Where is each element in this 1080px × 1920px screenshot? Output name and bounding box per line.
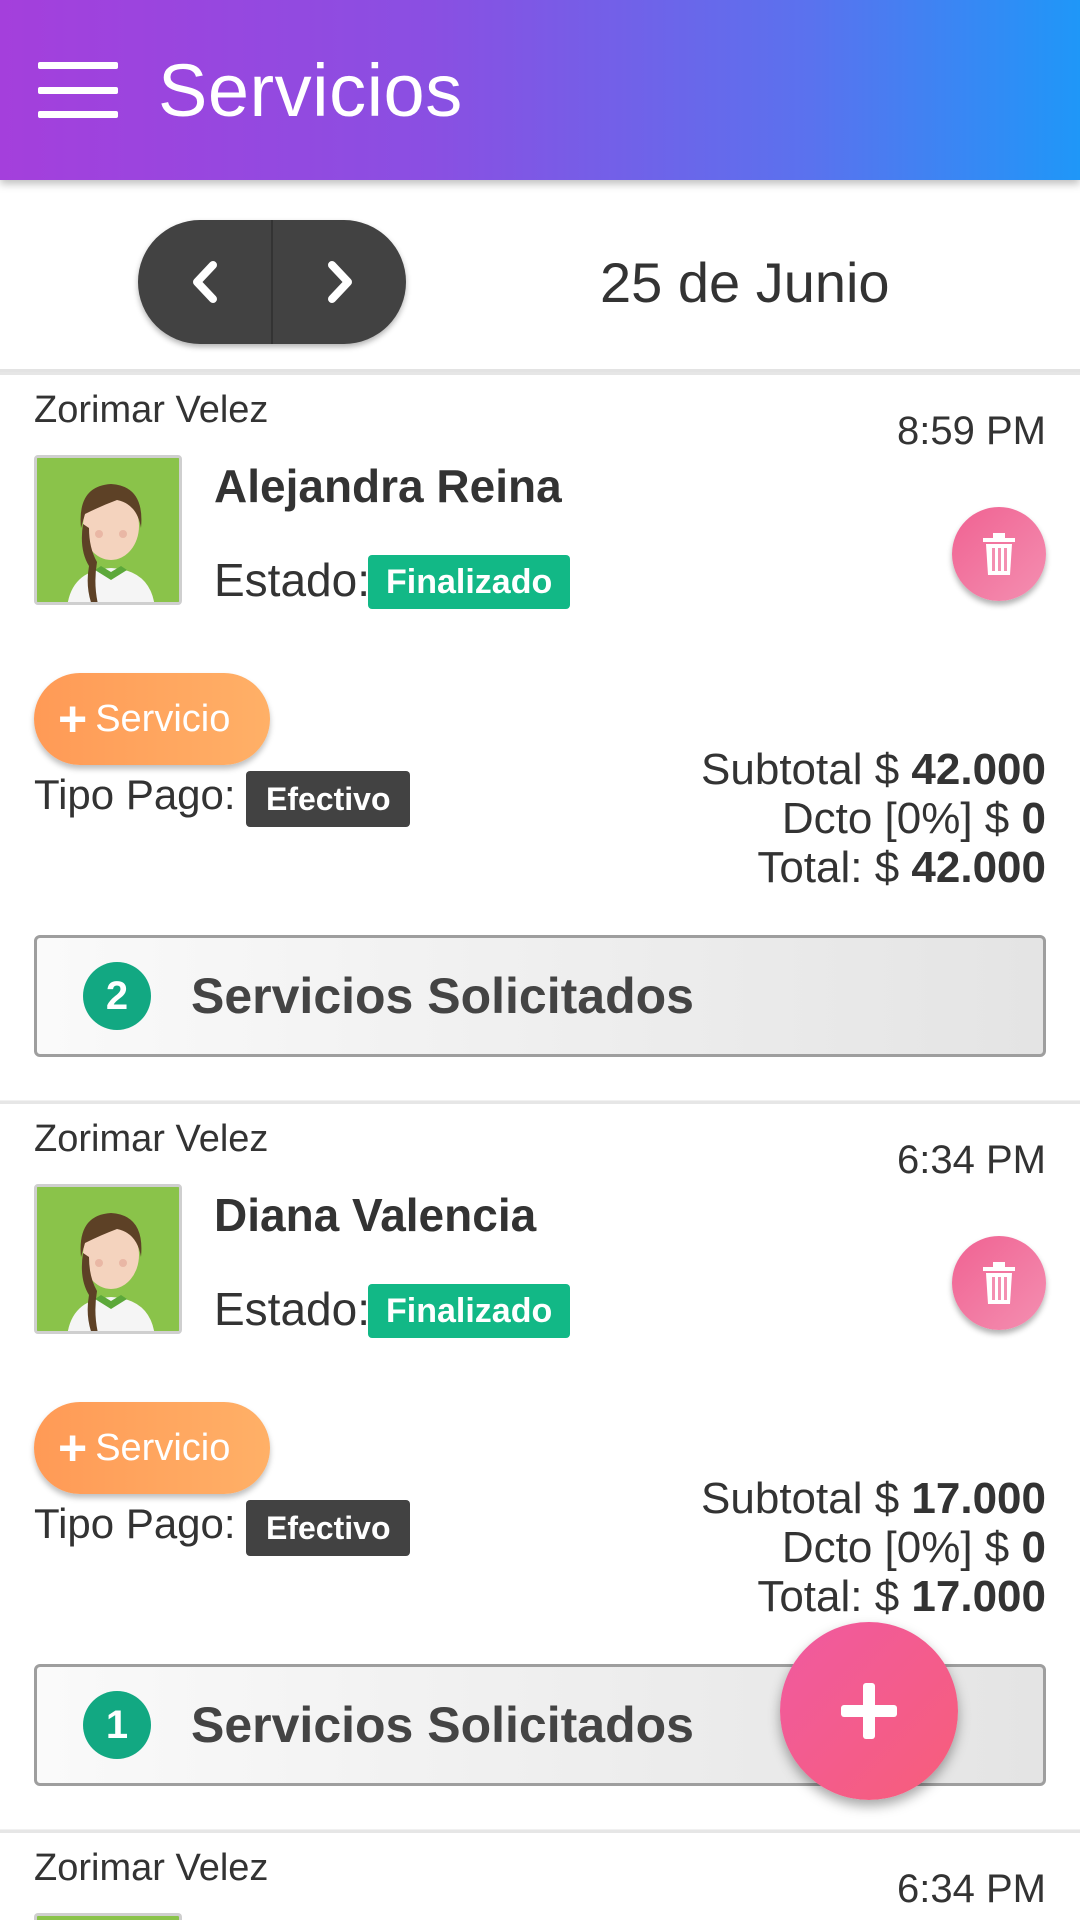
delete-button[interactable] [952, 507, 1046, 601]
payment-type-badge: Efectivo [246, 771, 411, 827]
trash-icon [983, 533, 1015, 575]
subtotal-label: Subtotal $ [701, 745, 900, 794]
discount-row: Dcto [0%] $ 0 [701, 794, 1046, 843]
subtotal-value: 42.000 [911, 745, 1046, 794]
payment-type-badge: Efectivo [246, 1500, 411, 1556]
status-badge: Finalizado [368, 1284, 571, 1338]
discount-value: 0 [1021, 1523, 1046, 1572]
service-time: 8:59 PM [897, 409, 1046, 453]
total-label: Total: $ [757, 843, 900, 892]
subtotal-label: Subtotal $ [701, 1474, 900, 1523]
plus-icon: + [58, 691, 88, 747]
plus-icon: + [58, 1420, 88, 1476]
add-service-button[interactable]: + Servicio [34, 1402, 270, 1494]
requested-services-count: 1 [83, 1691, 151, 1759]
add-service-label: Servicio [95, 1426, 231, 1469]
worker-name: Zorimar Velez [34, 1118, 269, 1160]
add-service-label: Servicio [95, 697, 231, 740]
subtotal-row: Subtotal $ 17.000 [701, 1474, 1046, 1523]
estado-label: Estado: [214, 554, 370, 606]
totals: Subtotal $ 42.000 Dcto [0%] $ 0 Total: $… [701, 745, 1046, 892]
discount-label: Dcto [0%] $ [781, 794, 1010, 843]
payment-type-label: Tipo Pago: [34, 771, 236, 818]
avatar [34, 1913, 182, 1920]
service-card: Zorimar Velez 6:34 PM [0, 1830, 1080, 1920]
total-row: Total: $ 42.000 [701, 843, 1046, 892]
service-time: 6:34 PM [897, 1867, 1046, 1911]
add-service-button[interactable]: + Servicio [34, 673, 270, 765]
chevron-right-icon [327, 261, 352, 303]
total-value: 17.000 [911, 1572, 1046, 1621]
service-card: Zorimar Velez 8:59 PM Alejandra Reina Es… [0, 372, 1080, 1100]
requested-services-button[interactable]: 2 Servicios Solicitados [34, 935, 1046, 1057]
hamburger-icon[interactable] [38, 50, 118, 130]
avatar [34, 1184, 182, 1334]
trash-icon [983, 1262, 1015, 1304]
worker-name: Zorimar Velez [34, 389, 269, 431]
total-value: 42.000 [911, 843, 1046, 892]
current-date: 25 de Junio [600, 251, 890, 314]
payment-type-label: Tipo Pago: [34, 1500, 236, 1547]
date-navigation: 25 de Junio [0, 180, 1080, 372]
service-time: 6:34 PM [897, 1138, 1046, 1182]
date-nav-pill [138, 220, 406, 344]
client-name: Alejandra Reina [214, 460, 562, 512]
discount-row: Dcto [0%] $ 0 [701, 1523, 1046, 1572]
previous-day-button[interactable] [138, 220, 273, 344]
app-bar: Servicios [0, 0, 1080, 180]
plus-icon [841, 1683, 897, 1739]
chevron-left-icon [192, 261, 217, 303]
discount-value: 0 [1021, 794, 1046, 843]
requested-services-label: Servicios Solicitados [191, 968, 694, 1024]
delete-button[interactable] [952, 1236, 1046, 1330]
subtotal-value: 17.000 [911, 1474, 1046, 1523]
add-appointment-fab[interactable] [780, 1622, 958, 1800]
discount-label: Dcto [0%] $ [781, 1523, 1010, 1572]
estado-label: Estado: [214, 1283, 370, 1335]
status-badge: Finalizado [368, 555, 571, 609]
worker-name: Zorimar Velez [34, 1847, 269, 1889]
requested-services-label: Servicios Solicitados [191, 1697, 694, 1753]
page-title: Servicios [158, 48, 463, 132]
avatar [34, 455, 182, 605]
totals: Subtotal $ 17.000 Dcto [0%] $ 0 Total: $… [701, 1474, 1046, 1621]
subtotal-row: Subtotal $ 42.000 [701, 745, 1046, 794]
next-day-button[interactable] [273, 220, 406, 344]
total-row: Total: $ 17.000 [701, 1572, 1046, 1621]
requested-services-count: 2 [83, 962, 151, 1030]
client-name: Diana Valencia [214, 1189, 537, 1241]
total-label: Total: $ [757, 1572, 900, 1621]
